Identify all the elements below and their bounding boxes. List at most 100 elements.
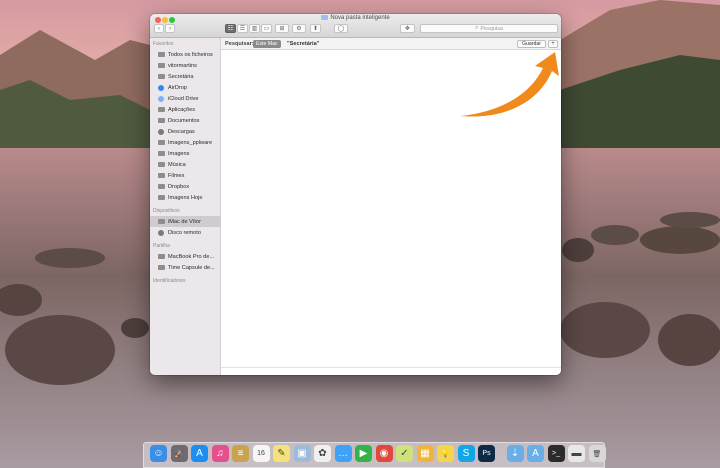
sidebar-item[interactable]: Imagens_pplware <box>150 137 221 148</box>
time-capsule-icon <box>157 264 165 271</box>
sidebar-item-label: Aplicações <box>168 106 196 113</box>
downloads-icon <box>157 128 165 135</box>
add-criteria-button[interactable]: + <box>548 40 558 48</box>
chrome-icon[interactable]: ◉ <box>375 445 393 462</box>
sidebar-item[interactable]: iCloud Drive <box>150 93 221 104</box>
sidebar-item[interactable]: Imagens <box>150 148 221 159</box>
sidebar-item[interactable]: Time Capsule de... <box>150 262 221 273</box>
music-icon <box>157 161 165 168</box>
sidebar-item-label: Todos os ficheiros <box>168 51 213 58</box>
app-store-icon[interactable]: A <box>191 445 208 462</box>
sidebar: Favoritos Todos os ficheiros vitormartins S… <box>150 38 221 375</box>
forward-button[interactable]: › <box>165 24 175 33</box>
external-drive-icon[interactable]: ▬ <box>568 445 585 462</box>
sidebar-item-label: AirDrop <box>168 84 187 91</box>
sidebar-item[interactable]: Imagens Hoje <box>150 192 221 203</box>
trash-icon[interactable]: 🗑 <box>588 445 606 462</box>
remote-disc-icon <box>157 229 165 236</box>
view-icons-button[interactable]: ☷ <box>225 24 236 33</box>
computer-icon <box>157 253 165 260</box>
imac-icon <box>157 218 165 225</box>
folder-icon <box>157 194 165 201</box>
share-button[interactable]: ⬆ <box>310 24 321 33</box>
sidebar-section-title: Identificadores <box>153 278 186 284</box>
calendar-icon[interactable]: 16 <box>252 445 270 462</box>
sidebar-item[interactable]: AirDrop <box>150 82 221 93</box>
finder-icon[interactable]: ☺ <box>150 445 167 462</box>
dock: ☺ 🚀 A ♫ ≡ 16 ✎ ▣ ✿… ▶ ◉ ✓ ▦ 💡 S Ps ⇣ A >_ ▬ 🗑 <box>143 442 606 468</box>
notes-icon[interactable]: ✎ <box>273 445 290 462</box>
action-gear-button[interactable]: ⚙ <box>292 24 306 33</box>
sidebar-item-label: Imagens <box>168 150 190 157</box>
movies-icon <box>157 172 165 179</box>
sidebar-item[interactable]: Aplicações <box>150 104 221 115</box>
sidebar-item-label: Time Capsule de... <box>168 264 215 271</box>
sidebar-item-label: iCloud Drive <box>168 95 199 102</box>
home-icon <box>157 62 165 69</box>
view-coverflow-button[interactable]: ▭ <box>261 24 272 33</box>
skype-icon[interactable]: S <box>457 445 475 462</box>
view-list-button[interactable]: ☰ <box>237 24 248 33</box>
icloud-icon <box>157 95 165 102</box>
vectorize-icon[interactable]: ✓ <box>396 445 413 462</box>
preview-icon[interactable]: ▣ <box>293 445 311 462</box>
search-input[interactable]: ⌕ Pesquisa <box>420 24 558 33</box>
tags-button[interactable]: ◯ <box>334 24 348 33</box>
messages-icon[interactable]: … <box>334 445 352 462</box>
sidebar-item-label: iMac de Vítor <box>168 218 201 225</box>
sidebar-item-label: Descargas <box>168 128 195 135</box>
applications-icon <box>157 106 165 113</box>
dropbox-toolbar-button[interactable]: ❖ <box>400 24 415 33</box>
photos-icon[interactable]: ✿ <box>314 445 331 462</box>
folder-applications-icon[interactable]: A <box>527 445 544 462</box>
folder-icon <box>157 139 165 146</box>
sidebar-section-title: Dispositivos <box>153 208 180 214</box>
sidebar-item[interactable]: iMac de Vítor <box>150 216 221 227</box>
sidebar-item-label: Imagens Hoje <box>168 194 203 201</box>
sidebar-item-label: Documentos <box>168 117 200 124</box>
sidebar-item[interactable]: MacBook Pro de... <box>150 251 221 262</box>
sidebar-item[interactable]: Documentos <box>150 115 221 126</box>
sidebar-item-label: vitormartins <box>168 62 197 69</box>
view-columns-button[interactable]: ▥ <box>249 24 260 33</box>
launchpad-icon[interactable]: 🚀 <box>170 445 188 462</box>
folder-downloads-icon[interactable]: ⇣ <box>506 445 524 462</box>
sidebar-item-label: Filmes <box>168 172 185 179</box>
itunes-icon[interactable]: ♫ <box>211 445 229 462</box>
sidebar-item[interactable]: Disco remoto <box>150 227 221 238</box>
notes-app-icon[interactable]: ≡ <box>232 445 249 462</box>
tips-icon[interactable]: 💡 <box>437 445 454 462</box>
facetime-icon[interactable]: ▶ <box>355 445 372 462</box>
terminal-icon[interactable]: >_ <box>547 445 565 462</box>
arrange-button[interactable]: ⊞ <box>275 24 289 33</box>
window-title: Nova pasta inteligente <box>150 15 561 21</box>
scope-this-mac-button[interactable]: Este Mac <box>253 40 281 48</box>
sidebar-section-title: Favoritos <box>153 41 174 47</box>
sidebar-item-label: MacBook Pro de... <box>168 253 215 260</box>
sidebar-item[interactable]: Filmes <box>150 170 221 181</box>
airdrop-icon <box>157 84 165 91</box>
save-button[interactable]: Guardar <box>516 40 546 48</box>
grid-app-icon[interactable]: ▦ <box>416 445 434 462</box>
sidebar-item-label: Música <box>168 161 186 168</box>
search-icon: ⌕ <box>474 25 479 31</box>
sidebar-item-label: Dropbox <box>168 183 190 190</box>
sidebar-item[interactable]: vitormartins <box>150 60 221 71</box>
documents-icon <box>157 117 165 124</box>
pictures-icon <box>157 150 165 157</box>
desktop-icon <box>157 73 165 80</box>
callout-arrow <box>460 52 559 117</box>
sidebar-item[interactable]: Descargas <box>150 126 221 137</box>
sidebar-section-title: Partilha <box>153 243 170 249</box>
back-button[interactable]: ‹ <box>154 24 164 33</box>
search-label: Pesquisar: <box>225 41 254 47</box>
search-criteria-bar: Pesquisar: Este Mac "Secretária" Guardar… <box>221 38 561 50</box>
sidebar-item-label: Imagens_pplware <box>168 139 213 146</box>
sidebar-item[interactable]: Música <box>150 159 221 170</box>
sidebar-item[interactable]: Secretária <box>150 71 221 82</box>
sidebar-item[interactable]: Dropbox <box>150 181 221 192</box>
photoshop-icon[interactable]: Ps <box>478 445 495 462</box>
sidebar-item[interactable]: Todos os ficheiros <box>150 49 221 60</box>
dropbox-icon <box>157 183 165 190</box>
search-term-scope[interactable]: "Secretária" <box>287 41 319 47</box>
